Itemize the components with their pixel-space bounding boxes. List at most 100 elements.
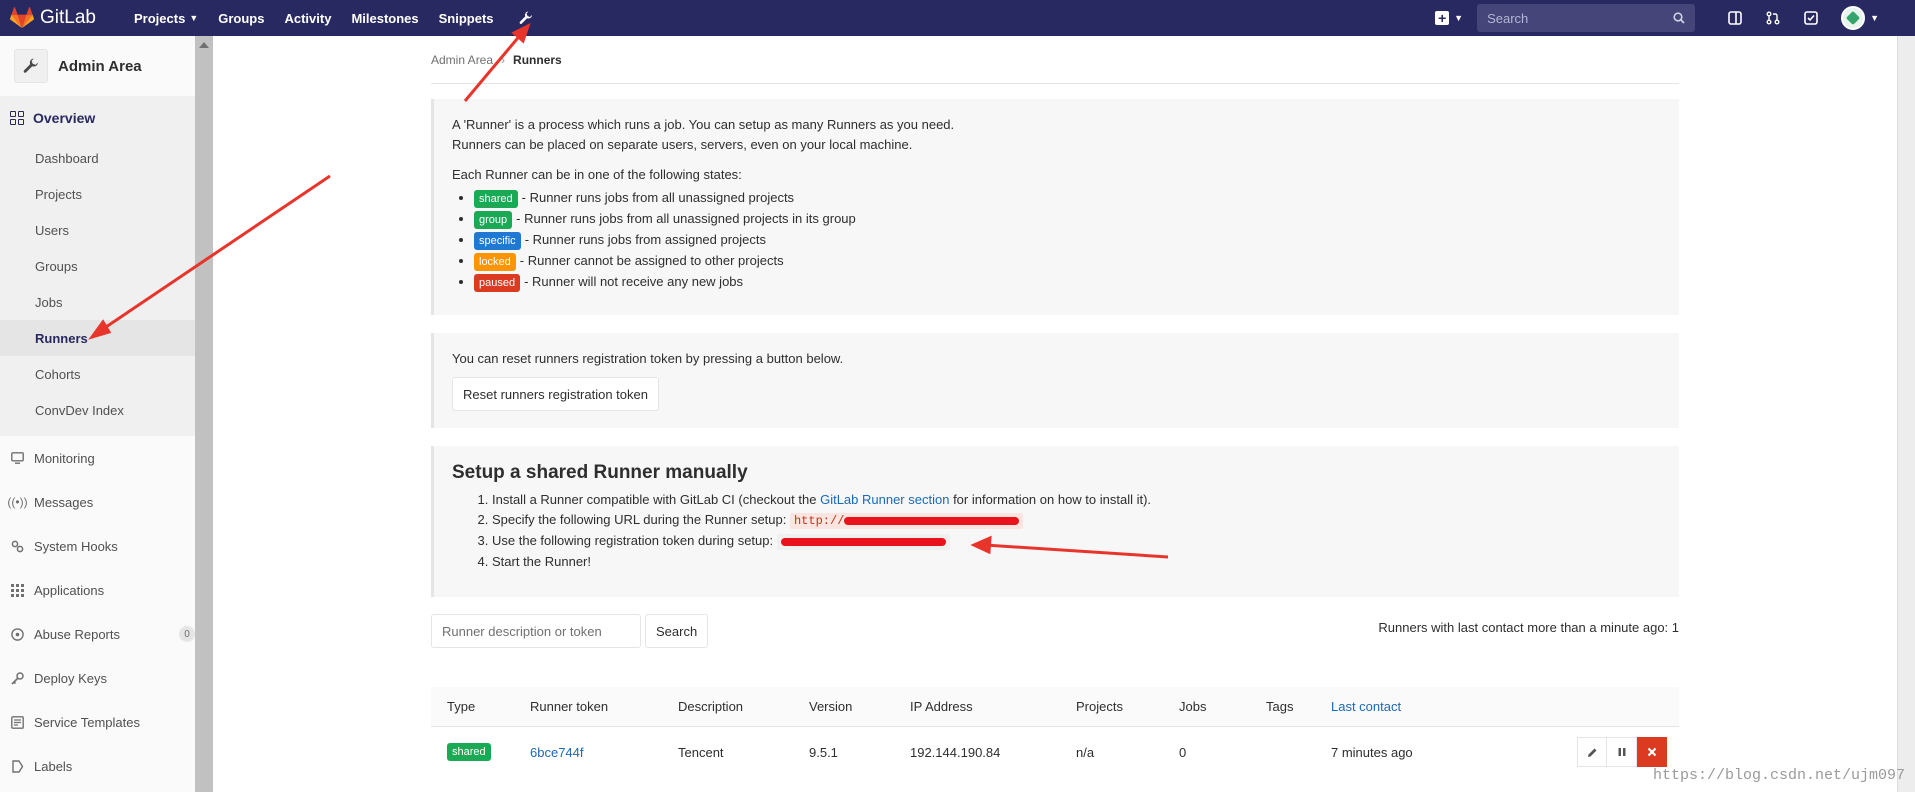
step2-text: Specify the following URL during the Run… <box>492 512 787 527</box>
sidebar-item-system-hooks[interactable]: System Hooks <box>0 524 195 568</box>
shared-label: shared <box>474 190 518 208</box>
sidebar-item-service-templates[interactable]: Service Templates <box>0 700 195 744</box>
nav-projects[interactable]: Projects ▼ <box>134 11 198 26</box>
page-scrollbar[interactable] <box>1897 36 1915 792</box>
sidebar-item-jobs[interactable]: Jobs <box>0 284 195 320</box>
edit-runner-button[interactable] <box>1577 737 1607 767</box>
breadcrumb: Admin Area › Runners <box>431 36 1679 84</box>
gitlab-fox-icon <box>10 7 34 28</box>
sidebar-item-abuse-reports[interactable]: Abuse Reports 0 <box>0 612 195 656</box>
gitlab-runner-section-link[interactable]: GitLab Runner section <box>820 492 949 507</box>
breadcrumb-admin-area[interactable]: Admin Area <box>431 53 493 67</box>
sidebar-item-label: Monitoring <box>34 450 95 466</box>
runner-url-code: http:// <box>789 513 1024 529</box>
state-item: group- Runner runs jobs from all unassig… <box>474 208 1661 229</box>
sidebar-overview-section: Overview Dashboard Projects Users Groups… <box>0 96 195 436</box>
sidebar-item-messages[interactable]: ((•)) Messages <box>0 480 195 524</box>
last-contact-note: Runners with last contact more than a mi… <box>1378 620 1679 635</box>
runner-token-link[interactable]: 6bce744f <box>530 745 678 760</box>
reset-token-button[interactable]: Reset runners registration token <box>452 377 659 411</box>
cell-jobs: 0 <box>1179 744 1187 760</box>
sidebar-item-groups[interactable]: Groups <box>0 248 195 284</box>
new-dropdown-button[interactable]: + ▼ <box>1435 11 1463 25</box>
col-tags: Tags <box>1266 699 1294 714</box>
col-ip-address: IP Address <box>910 699 973 714</box>
pause-icon <box>1618 748 1625 756</box>
nav-snippets-label: Snippets <box>438 10 494 26</box>
registration-token-code <box>776 534 950 550</box>
sidebar-item-projects[interactable]: Projects <box>0 176 195 212</box>
search-input[interactable] <box>1487 10 1674 26</box>
nav-activity[interactable]: Activity <box>284 11 331 26</box>
search-box[interactable] <box>1477 4 1696 32</box>
runner-search-input[interactable] <box>431 614 641 648</box>
gitlab-logo[interactable]: GitLab <box>10 7 122 29</box>
abuse-reports-count-badge: 0 <box>179 626 195 642</box>
sidebar-item-overview[interactable]: Overview <box>0 96 195 140</box>
hook-icon <box>10 539 25 554</box>
col-runner-token: Runner token <box>530 699 609 714</box>
runner-filter-row: Search Runners with last contact more th… <box>431 614 1679 648</box>
todo-check-icon <box>1804 11 1818 25</box>
step1-text-after: for information on how to install it). <box>953 492 1152 507</box>
sidebar-item-label: Labels <box>34 758 73 774</box>
step3-text: Use the following registration token dur… <box>492 533 774 548</box>
cell-last-contact: 7 minutes ago <box>1331 744 1413 760</box>
broadcast-icon: ((•)) <box>7 495 28 509</box>
redacted-url-mark <box>844 516 1020 525</box>
sidebar-title: Admin Area <box>58 57 142 75</box>
wrench-icon <box>519 11 532 24</box>
pause-runner-button[interactable] <box>1607 737 1637 767</box>
admin-area-button[interactable] <box>516 8 536 28</box>
col-last-contact-sort[interactable]: Last contact <box>1331 699 1531 714</box>
cell-type: shared <box>431 743 530 761</box>
breadcrumb-separator-icon: › <box>501 52 506 67</box>
merge-requests-button[interactable] <box>1761 6 1785 30</box>
sidebar-scrollbar[interactable] <box>195 36 213 792</box>
avatar-pattern-icon <box>1846 10 1861 26</box>
nav-milestones[interactable]: Milestones <box>351 11 418 26</box>
sidebar-icon <box>1728 11 1742 25</box>
state-item: locked- Runner cannot be assigned to oth… <box>474 250 1661 271</box>
sidebar-item-monitoring[interactable]: Monitoring <box>0 436 195 480</box>
remove-runner-button[interactable] <box>1637 737 1667 767</box>
scroll-up-arrow-icon[interactable] <box>199 42 209 48</box>
sidebar-item-users[interactable]: Users <box>0 212 195 248</box>
cell-projects: n/a <box>1076 744 1095 760</box>
runner-states-list: shared - Runner runs jobs from all unassi… <box>474 187 1661 292</box>
sidebar-item-runners[interactable]: Runners <box>0 320 195 356</box>
setup-step-4: Start the Runner! <box>492 552 1661 572</box>
runner-search-button[interactable]: Search <box>645 614 709 648</box>
nav-links: Projects ▼ Groups Activity Milestones Sn… <box>134 8 536 28</box>
sidebar-item-applications[interactable]: Applications <box>0 568 195 612</box>
sidebar-header[interactable]: Admin Area <box>0 36 195 96</box>
sidebar-item-convdev-index[interactable]: ConvDev Index <box>0 392 195 428</box>
todos-button[interactable] <box>1799 6 1823 30</box>
setup-step-1: Install a Runner compatible with GitLab … <box>492 490 1661 510</box>
nav-snippets[interactable]: Snippets <box>439 11 494 26</box>
pencil-icon <box>1587 748 1596 757</box>
col-version: Version <box>809 699 853 714</box>
sidebar-item-dashboard[interactable]: Dashboard <box>0 140 195 176</box>
sidebar-item-labels[interactable]: Labels <box>0 744 195 788</box>
breadcrumb-runners[interactable]: Runners <box>513 53 562 67</box>
cell-description: Tencent <box>678 744 724 760</box>
sidebar-toggle-button[interactable] <box>1723 6 1747 30</box>
logo-text: GitLab <box>40 7 96 28</box>
intro-line-2: Runners can be placed on separate users,… <box>452 137 913 152</box>
nav-groups[interactable]: Groups <box>218 11 264 26</box>
table-header: Type Runner token Description Version IP… <box>431 687 1679 727</box>
sidebar-item-deploy-keys[interactable]: Deploy Keys <box>0 656 195 700</box>
wrench-icon <box>23 58 38 73</box>
sidebar-item-cohorts[interactable]: Cohorts <box>0 356 195 392</box>
locked-label: locked <box>474 253 516 271</box>
chevron-down-icon[interactable]: ▼ <box>1870 13 1879 23</box>
paused-label: paused <box>474 274 521 292</box>
sidebar-item-label: Applications <box>34 582 105 598</box>
user-avatar[interactable] <box>1841 6 1866 30</box>
state-desc: - Runner runs jobs from all unassigned p… <box>516 211 856 226</box>
sidebar-item-label: Abuse Reports <box>34 626 120 642</box>
overview-grid-icon <box>10 111 24 125</box>
template-icon <box>10 715 25 730</box>
col-projects: Projects <box>1076 699 1123 714</box>
